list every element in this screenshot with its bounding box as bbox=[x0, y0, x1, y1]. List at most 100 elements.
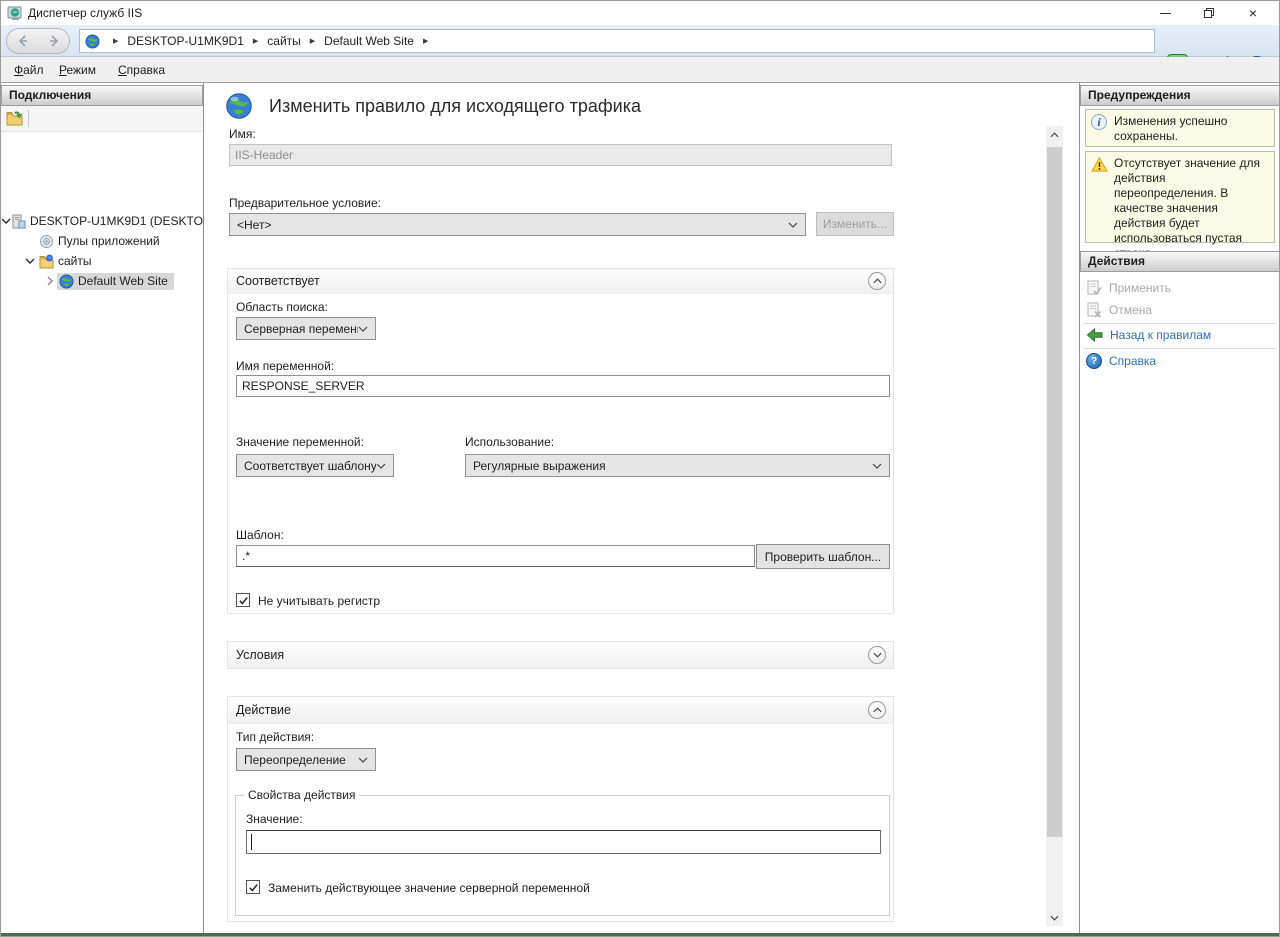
chevron-down-icon bbox=[358, 755, 368, 765]
expand-button[interactable] bbox=[868, 646, 886, 664]
tree-item-sites[interactable]: сайты bbox=[1, 251, 204, 271]
connections-panel: Подключения DESKTOP-U1MK9D1 (DESKTOP bbox=[1, 83, 204, 934]
site-globe-icon bbox=[85, 34, 100, 49]
scroll-up-button[interactable] bbox=[1046, 126, 1063, 143]
connections-header: Подключения bbox=[1, 85, 203, 106]
action-section: Действие Тип действия: Переопределение С… bbox=[227, 696, 894, 922]
breadcrumb-sites[interactable]: сайты bbox=[267, 34, 301, 48]
page-title: Изменить правило для исходящего трафика bbox=[269, 96, 641, 117]
action-value-input[interactable] bbox=[246, 830, 881, 854]
close-icon: × bbox=[1249, 6, 1257, 20]
vertical-scrollbar[interactable] bbox=[1046, 126, 1063, 926]
separator bbox=[1084, 348, 1276, 349]
edit-precondition-button: Изменить... bbox=[816, 212, 894, 236]
restore-icon bbox=[1204, 8, 1214, 18]
chevron-down-icon bbox=[376, 461, 386, 471]
forward-icon[interactable] bbox=[47, 34, 61, 48]
checkmark-icon bbox=[238, 595, 249, 606]
alert-info: i Изменения успешно сохранены. bbox=[1085, 109, 1275, 147]
variable-name-input[interactable] bbox=[236, 375, 890, 397]
action-value-label: Значение: bbox=[246, 812, 303, 826]
tree-item-server[interactable]: DESKTOP-U1MK9D1 (DESKTOP bbox=[1, 211, 204, 231]
warning-icon bbox=[1091, 156, 1108, 173]
conditions-section-title: Условия bbox=[236, 648, 284, 662]
action-type-select[interactable]: Переопределение bbox=[236, 748, 376, 771]
chevron-down-icon[interactable] bbox=[25, 256, 35, 266]
action-section-header[interactable]: Действие bbox=[228, 697, 893, 724]
info-icon: i bbox=[1091, 114, 1107, 130]
minimize-button[interactable] bbox=[1145, 1, 1185, 25]
name-input bbox=[229, 144, 892, 166]
collapse-button[interactable] bbox=[868, 272, 886, 290]
breadcrumb-separator-icon: ▶ bbox=[310, 37, 315, 45]
breadcrumb-default-web-site[interactable]: Default Web Site bbox=[324, 34, 414, 48]
save-connections-icon[interactable] bbox=[6, 110, 23, 127]
scope-label: Область поиска: bbox=[236, 300, 328, 314]
selected-tree-item[interactable]: Default Web Site bbox=[57, 273, 174, 290]
cancel-action: Отмена bbox=[1086, 301, 1152, 319]
chevron-down-icon[interactable] bbox=[1, 216, 11, 226]
toolbar-separator bbox=[28, 110, 29, 127]
back-to-rules-label: Назад к правилам bbox=[1110, 328, 1211, 342]
help-action[interactable]: ? Справка bbox=[1086, 352, 1156, 370]
action-section-title: Действие bbox=[236, 703, 291, 717]
server-icon bbox=[11, 214, 26, 229]
test-pattern-button[interactable]: Проверить шаблон... bbox=[756, 544, 890, 569]
tree-item-app-pools[interactable]: Пулы приложений bbox=[1, 231, 204, 251]
apply-icon bbox=[1086, 280, 1102, 296]
using-label: Использование: bbox=[465, 435, 554, 449]
chevron-right-icon[interactable] bbox=[45, 276, 55, 286]
using-select[interactable]: Регулярные выражения bbox=[465, 454, 890, 477]
checkmark-icon bbox=[248, 882, 259, 893]
match-section-header[interactable]: Соответствует bbox=[228, 269, 893, 294]
back-to-rules-action[interactable]: Назад к правилам bbox=[1086, 326, 1211, 344]
action-properties-group: Свойства действия Значение: Заменить дей… bbox=[235, 795, 890, 916]
menu-help[interactable]: Справка bbox=[118, 63, 165, 77]
scope-select[interactable]: Серверная переменн bbox=[236, 317, 376, 340]
window-bottom-border bbox=[1, 933, 1279, 936]
variable-value-select[interactable]: Соответствует шаблону bbox=[236, 454, 394, 477]
chevron-down-icon bbox=[1050, 915, 1059, 921]
main-content: Изменить правило для исходящего трафика … bbox=[205, 83, 1078, 934]
scrollbar-thumb[interactable] bbox=[1047, 147, 1062, 837]
menu-file[interactable]: Файл bbox=[14, 63, 44, 77]
actions-header: Действия bbox=[1080, 251, 1280, 272]
conditions-section-header[interactable]: Условия bbox=[228, 642, 893, 668]
app-pools-icon bbox=[39, 234, 54, 249]
action-type-label: Тип действия: bbox=[236, 730, 314, 744]
scroll-down-button[interactable] bbox=[1046, 909, 1063, 926]
address-bar: ▶ DESKTOP-U1MK9D1 ▶ сайты ▶ Default Web … bbox=[1, 25, 1279, 57]
connections-toolbar bbox=[1, 106, 203, 132]
help-icon: ? bbox=[1086, 353, 1102, 369]
breadcrumb-separator-icon: ▶ bbox=[253, 37, 258, 45]
breadcrumb-separator-icon: ▶ bbox=[423, 37, 428, 45]
close-button[interactable]: × bbox=[1233, 1, 1273, 25]
window-title: Диспетчер служб IIS bbox=[28, 6, 142, 20]
sites-folder-icon bbox=[39, 254, 54, 269]
precondition-select[interactable]: <Нет> bbox=[229, 213, 806, 236]
alerts-header: Предупреждения bbox=[1080, 85, 1280, 106]
title-bar: Диспетчер служб IIS × bbox=[1, 1, 1279, 25]
match-section-title: Соответствует bbox=[236, 274, 320, 288]
collapse-button[interactable] bbox=[868, 701, 886, 719]
back-icon[interactable] bbox=[16, 34, 30, 48]
variable-value-label: Значение переменной: bbox=[236, 435, 364, 449]
menu-view[interactable]: Режим bbox=[59, 63, 96, 77]
ignore-case-checkbox[interactable] bbox=[236, 593, 250, 607]
pattern-label: Шаблон: bbox=[236, 528, 284, 542]
restore-button[interactable] bbox=[1189, 1, 1229, 25]
apply-action: Применить bbox=[1086, 279, 1171, 297]
iis-manager-window: Диспетчер служб IIS × ▶ DESKTOP-U1MK9D1 … bbox=[0, 0, 1280, 937]
chevron-down-icon bbox=[872, 461, 882, 471]
replace-value-label[interactable]: Заменить действующее значение серверной … bbox=[268, 881, 590, 895]
tree-item-default-web-site[interactable]: Default Web Site bbox=[1, 271, 204, 291]
tree-item-label: Пулы приложений bbox=[58, 234, 160, 248]
breadcrumb-server[interactable]: DESKTOP-U1MK9D1 bbox=[127, 34, 243, 48]
text-caret bbox=[251, 834, 252, 850]
tree-item-label: DESKTOP-U1MK9D1 (DESKTOP bbox=[30, 214, 204, 228]
match-section: Соответствует Область поиска: Серверная … bbox=[227, 268, 894, 614]
pattern-input[interactable] bbox=[236, 545, 755, 567]
tree-item-label: сайты bbox=[58, 254, 92, 268]
ignore-case-label[interactable]: Не учитывать регистр bbox=[258, 594, 380, 608]
replace-value-checkbox[interactable] bbox=[246, 880, 260, 894]
